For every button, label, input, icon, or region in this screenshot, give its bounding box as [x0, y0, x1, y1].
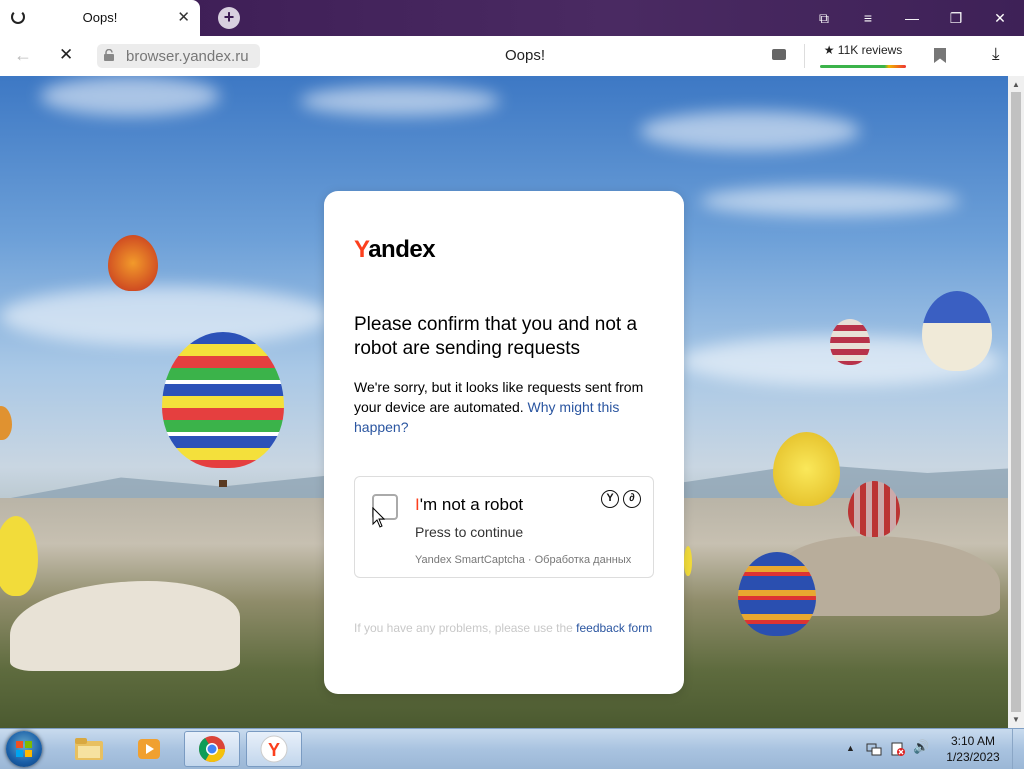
- label-rest: 'm not a robot: [419, 495, 524, 514]
- page-scrollbar[interactable]: ▲ ▼: [1008, 76, 1024, 728]
- rating-bar: [820, 65, 906, 68]
- start-button[interactable]: [6, 731, 42, 767]
- balloon: [0, 406, 12, 440]
- windows-logo-icon: [16, 741, 32, 757]
- new-tab-button[interactable]: +: [218, 7, 240, 29]
- network-icon[interactable]: [866, 741, 882, 757]
- tab-active[interactable]: Oops! ✕: [0, 0, 200, 36]
- feedback-note: If you have any problems, please use the…: [354, 619, 654, 637]
- taskbar-chrome-button[interactable]: [184, 731, 240, 767]
- balloon-basket: [219, 480, 227, 487]
- balloon: [830, 319, 870, 365]
- system-clock[interactable]: 3:10 AM 1/23/2023: [940, 733, 1006, 765]
- svg-text:Y: Y: [268, 740, 280, 760]
- balloon: [684, 546, 692, 576]
- yandex-y-icon: Y: [601, 490, 619, 508]
- scroll-up-icon[interactable]: ▲: [1012, 80, 1020, 89]
- cloud: [300, 86, 500, 116]
- taskbar: Y ▲ 🔊 3:10 AM 1/23/2023: [0, 728, 1024, 769]
- cloud: [640, 111, 860, 151]
- smartcaptcha-icon: ∂: [623, 490, 641, 508]
- yandex-logo: Yandex: [354, 236, 436, 264]
- action-center-icon[interactable]: [890, 741, 906, 757]
- chrome-icon: [198, 736, 226, 763]
- logo-letter: Y: [354, 236, 369, 263]
- tab-close-icon[interactable]: ✕: [177, 8, 190, 26]
- taskbar-media-player-button[interactable]: [122, 731, 178, 767]
- mouse-cursor-icon: [372, 507, 386, 528]
- media-player-icon: [138, 739, 160, 759]
- clock-time: 3:10 AM: [950, 734, 996, 748]
- smartcaptcha-link[interactable]: Yandex SmartCaptcha · Обработка данных: [415, 554, 631, 566]
- minimize-button[interactable]: —: [902, 8, 922, 28]
- feedback-link[interactable]: feedback form: [576, 621, 652, 635]
- show-desktop-button[interactable]: [1012, 729, 1024, 769]
- captcha-description: We're sorry, but it looks like requests …: [354, 377, 659, 437]
- tab-title: Oops!: [82, 10, 118, 25]
- balloon: [108, 235, 158, 291]
- restore-button[interactable]: ❐: [946, 8, 966, 28]
- cloud: [700, 186, 960, 216]
- address-bar: ← ✕ browser.yandex.ru Oops! ★ 11K review…: [0, 36, 1024, 77]
- cloud: [0, 286, 330, 346]
- reviews-text: ★ 11K reviews: [823, 43, 903, 57]
- balloon: [773, 432, 840, 506]
- not-robot-label: I'm not a robot: [415, 495, 523, 515]
- collections-icon[interactable]: ⧉: [814, 8, 834, 28]
- balloon: [922, 291, 992, 371]
- divider: [804, 44, 805, 68]
- volume-icon[interactable]: 🔊: [913, 739, 929, 755]
- tray-expand-icon[interactable]: ▲: [846, 743, 855, 753]
- reviews-badge[interactable]: ★ 11K reviews: [820, 43, 906, 68]
- scroll-down-icon[interactable]: ▼: [1012, 715, 1020, 724]
- feedback-prefix: If you have any problems, please use the: [354, 621, 573, 635]
- menu-icon[interactable]: ≡: [858, 8, 878, 28]
- scroll-thumb[interactable]: [1011, 92, 1021, 712]
- tab-strip: Oops! ✕ + ⧉ ≡ — ❐ ✕: [0, 0, 1024, 36]
- captcha-heading: Please confirm that you and not a robot …: [354, 314, 638, 359]
- clock-date: 1/23/2023: [946, 750, 1000, 764]
- yandex-browser-icon: Y: [260, 735, 288, 763]
- window-close-button[interactable]: ✕: [990, 8, 1010, 28]
- folder-icon: [75, 738, 103, 760]
- balloon: [848, 481, 900, 537]
- logo-rest: andex: [368, 236, 436, 263]
- balloon: [738, 552, 816, 636]
- download-icon[interactable]: ⤓: [992, 44, 1000, 64]
- press-to-continue: Press to continue: [415, 524, 524, 540]
- cloud: [40, 76, 220, 116]
- taskbar-yandex-browser-button[interactable]: Y: [246, 731, 302, 767]
- captcha-checkbox-panel[interactable]: I'm not a robot Press to continue Yandex…: [354, 476, 654, 578]
- taskbar-explorer-button[interactable]: [62, 731, 118, 767]
- page-background: Yandex Please confirm that you and not a…: [0, 76, 1008, 728]
- balloon: [162, 332, 284, 468]
- comment-icon[interactable]: [772, 49, 786, 60]
- captcha-card: Yandex Please confirm that you and not a…: [324, 191, 684, 694]
